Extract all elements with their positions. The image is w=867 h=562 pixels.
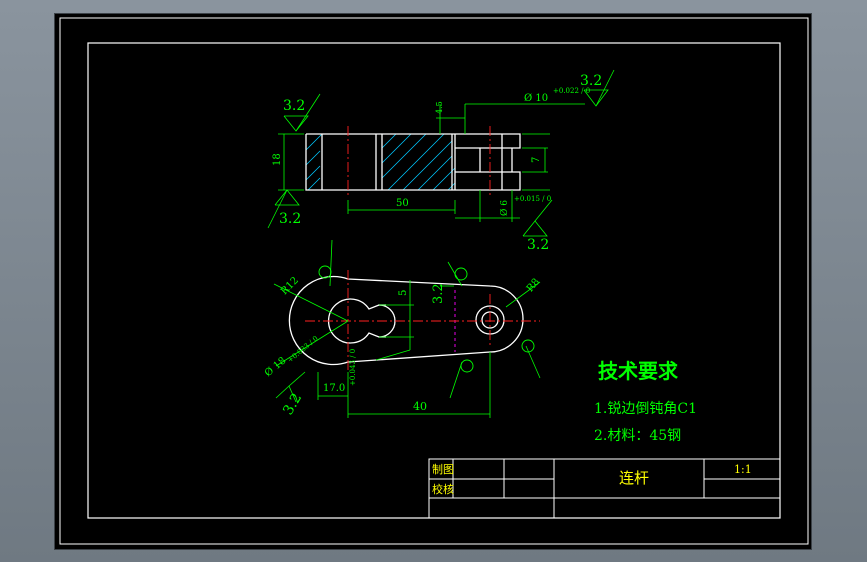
- dim-span-40: 40: [413, 400, 427, 413]
- checked-by-label: 校核: [432, 482, 454, 496]
- dim-pin-6-tol: +0.015 / 0: [514, 195, 551, 203]
- drawing-sheet: 18 50 3.2 3.2 3.2 3.2 Ø 10 +0.022 / 0 4.…: [55, 14, 811, 549]
- roughness-front-v: 3.2: [431, 283, 446, 304]
- roughness-bottom-left: 3.2: [279, 211, 301, 227]
- hatch-left: [305, 133, 323, 191]
- drawn-by-label: 制图: [432, 463, 454, 476]
- dim-offset-17: 17.0: [323, 383, 345, 394]
- inner-frame: [87, 42, 781, 519]
- hatch-middle: [381, 133, 456, 191]
- dim-slot-5: 5: [398, 290, 409, 296]
- dim-bore-18: Ø 18: [263, 355, 289, 379]
- top-centerlines: [347, 126, 491, 198]
- dim-pin-6: Ø 6: [499, 200, 510, 216]
- notes-title: 技术要求: [598, 359, 679, 383]
- dim-height-18: 18: [272, 153, 283, 166]
- dim-slot-7: 7: [531, 157, 542, 163]
- dim-offset-17-tol: +0.043 / 0: [349, 349, 357, 386]
- front-view: R12 R8 Ø 18 +0.033 / 0 17.0 +0.043 / 0 4…: [263, 239, 542, 418]
- dim-length-50: 50: [396, 198, 409, 209]
- roughness-top-left: 3.2: [283, 98, 305, 114]
- note-item-2: 2.材料：45钢: [594, 428, 681, 444]
- title-block: 制图 校核 连杆 1:1: [428, 458, 781, 519]
- technical-notes: 技术要求 1.锐边倒钝角C1 2.材料：45钢: [594, 359, 697, 444]
- roughness-front-left: 3.2: [280, 391, 305, 418]
- note-item-1: 1.锐边倒钝角C1: [594, 401, 697, 417]
- roughness-bottom-right: 3.2: [527, 237, 549, 253]
- dim-depth-4-5: 4.5: [435, 101, 444, 114]
- cad-drawing: 18 50 3.2 3.2 3.2 3.2 Ø 10 +0.022 / 0 4.…: [59, 17, 809, 545]
- top-outline: [305, 133, 521, 191]
- dim-hole-10-tol: +0.022 / 0: [553, 87, 590, 95]
- part-name: 连杆: [619, 469, 649, 487]
- dim-hole-10: Ø 10: [524, 93, 548, 104]
- top-view: 18 50 3.2 3.2 3.2 3.2 Ø 10 +0.022 / 0 4.…: [267, 69, 615, 253]
- scale-value: 1:1: [734, 463, 752, 476]
